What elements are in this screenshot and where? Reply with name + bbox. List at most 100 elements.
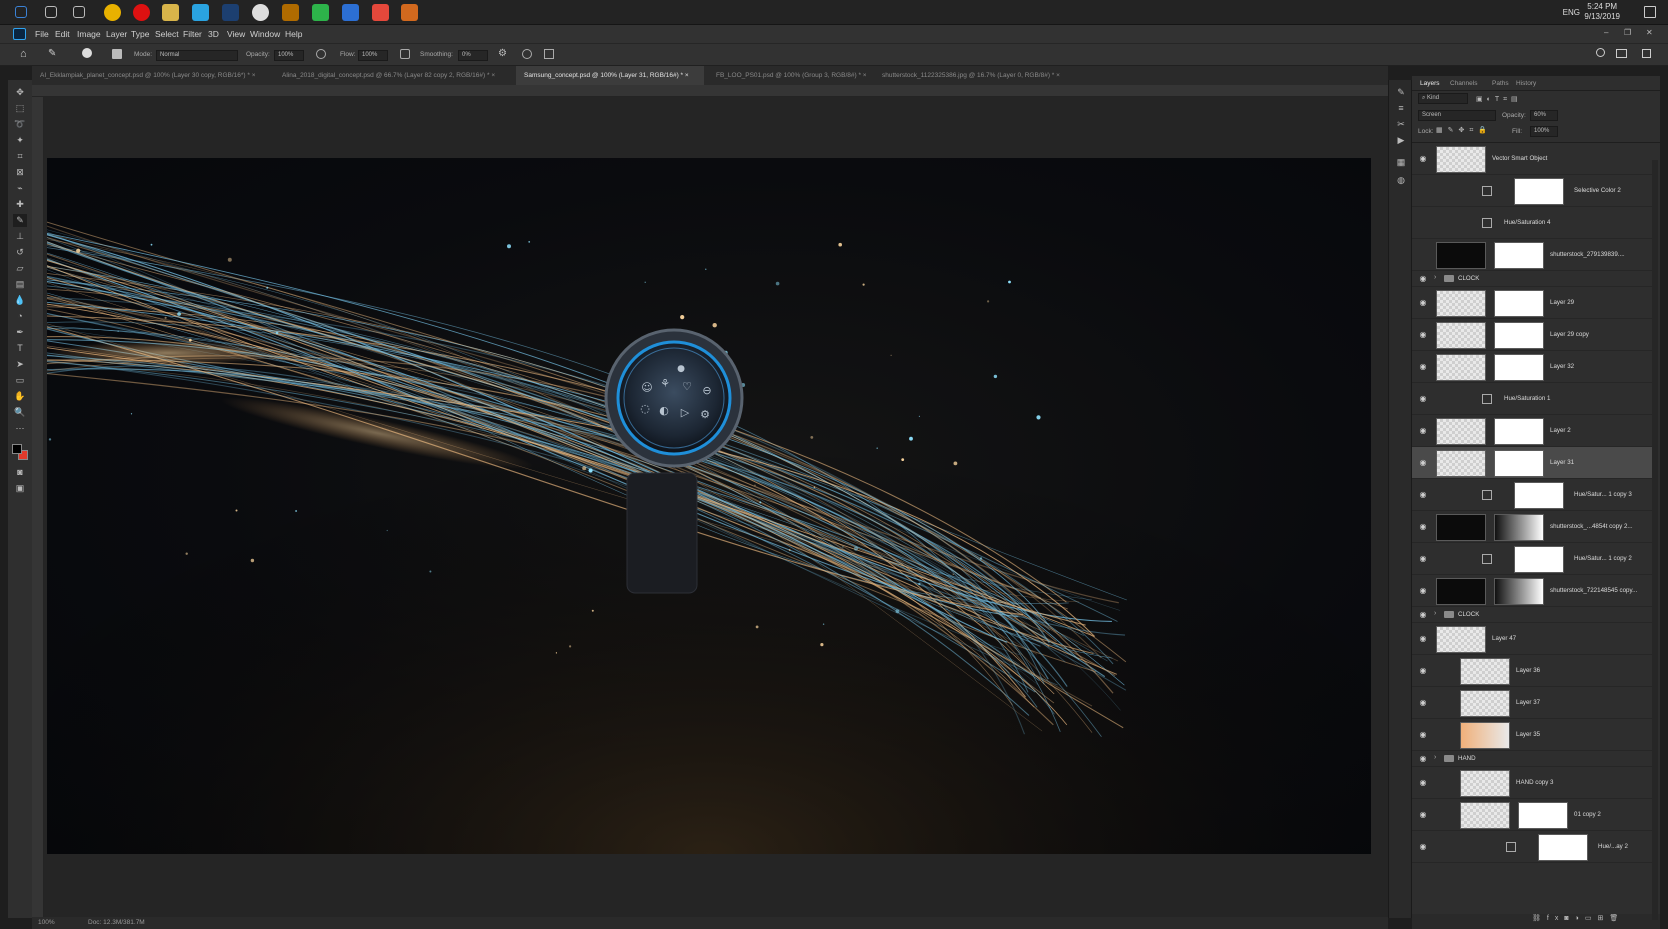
layer-row[interactable]: ◉ Hue/...ay 2 [1412,831,1652,863]
symmetry-icon[interactable] [544,49,554,59]
screen-mode-icon[interactable]: ▣ [13,482,27,495]
layer-name[interactable]: Vector Smart Object [1492,155,1547,162]
layer-row[interactable]: ◉ shutterstock_722148545 copy... [1412,575,1652,607]
layer-row[interactable]: shutterstock_279139839.... [1412,239,1652,271]
new-group-icon[interactable]: ▭ [1585,915,1598,922]
panel-tab-layers[interactable]: Layers [1420,80,1440,87]
layer-mask-thumbnail[interactable] [1514,482,1564,509]
clone-stamp-tool-icon[interactable]: ⊥ [13,230,27,243]
pen-tool-icon[interactable]: ✒ [13,326,27,339]
layer-name[interactable]: shutterstock_...4854t copy 2... [1550,523,1633,530]
panel-tab-history[interactable]: History [1516,80,1536,87]
illustrator-icon[interactable] [401,4,418,21]
layer-row[interactable]: ◉ Layer 32 [1412,351,1652,383]
layer-mask-thumbnail[interactable] [1494,354,1544,381]
menu-filter[interactable]: Filter [183,29,202,39]
document-tab[interactable]: FB_LOO_PS01.psd @ 100% (Group 3, RGB/8#)… [708,66,870,85]
layer-name[interactable]: CLOCK [1458,611,1479,618]
visibility-eye-icon[interactable]: ◉ [1418,731,1428,739]
zoom-tool-icon[interactable]: 🔍 [13,406,27,419]
layer-thumbnail[interactable] [1436,418,1486,445]
marquee-tool-icon[interactable]: ⬚ [13,102,27,115]
fill-input[interactable]: 100% [1530,126,1558,137]
visibility-eye-icon[interactable]: ◉ [1418,299,1428,307]
menu-image[interactable]: Image [77,29,101,39]
layer-name[interactable]: Layer 29 [1550,299,1574,306]
panel-tab-paths[interactable]: Paths [1492,80,1509,87]
fx-icon[interactable]: fx [1547,915,1564,922]
layer-thumbnail[interactable] [1436,626,1486,653]
menu-window[interactable]: Window [250,29,280,39]
flow-input[interactable]: 100% [358,50,388,61]
close-tab-icon[interactable]: × [490,72,495,79]
system-clock[interactable]: 5:24 PM 9/13/2019 [1584,2,1620,22]
layer-thumbnail[interactable] [1460,658,1510,685]
layer-name[interactable]: Layer 2 [1550,427,1571,434]
foreground-color-swatch[interactable] [12,444,22,454]
frame-tool-icon[interactable]: ⊠ [13,166,27,179]
share-icon[interactable] [1642,49,1651,58]
layers-scrollbar[interactable] [1652,160,1658,920]
new-adjustment-icon[interactable]: ◑ [1575,915,1585,922]
layer-mask-thumbnail[interactable] [1518,802,1568,829]
folder-icon[interactable] [1444,755,1454,762]
visibility-eye-icon[interactable]: ◉ [1418,779,1428,787]
layer-name[interactable]: shutterstock_279139839.... [1550,251,1625,258]
layer-name[interactable]: Layer 35 [1516,731,1540,738]
layer-mask-thumbnail[interactable] [1494,514,1544,541]
layer-name[interactable]: Hue/Saturation 4 [1504,219,1550,226]
type-tool-icon[interactable]: T [13,342,27,355]
layer-group-row[interactable]: ◉ › CLOCK [1412,607,1652,623]
layer-thumbnail[interactable] [1436,450,1486,477]
layer-thumbnail[interactable] [1460,722,1510,749]
healing-brush-tool-icon[interactable]: ✚ [13,198,27,211]
visibility-eye-icon[interactable]: ◉ [1418,459,1428,467]
restore-icon[interactable]: ❐ [1624,28,1631,37]
visibility-eye-icon[interactable]: ◉ [1418,331,1428,339]
layer-row[interactable]: ◉ Layer 2 [1412,415,1652,447]
visibility-eye-icon[interactable]: ◉ [1418,555,1428,563]
layer-mask-thumbnail[interactable] [1514,546,1564,573]
bridge-icon[interactable] [282,4,299,21]
opacity-input[interactable]: 100% [274,50,304,61]
chevron-right-icon[interactable]: › [1434,274,1436,281]
move-tool-icon[interactable]: ✥ [13,86,27,99]
layer-row[interactable]: ◉ Vector Smart Object [1412,143,1652,175]
add-mask-icon[interactable]: ◙ [1564,915,1574,922]
search-icon[interactable] [45,6,57,18]
menu-3d[interactable]: 3D [208,29,219,39]
visibility-eye-icon[interactable]: ◉ [1418,699,1428,707]
document-tab[interactable]: Alina_2018_digital_concept.psd @ 66.7% (… [274,66,512,85]
eraser-tool-icon[interactable]: ▱ [13,262,27,275]
mode-select[interactable]: Normal [156,50,238,61]
layer-row[interactable]: ◉ Hue/Satur... 1 copy 3 [1412,479,1652,511]
link-layers-icon[interactable]: ⛓ [1532,915,1547,922]
layer-name[interactable]: 01 copy 2 [1574,811,1601,818]
layer-mask-thumbnail[interactable] [1494,290,1544,317]
close-tab-icon[interactable]: × [861,72,867,79]
document-size[interactable]: Doc: 12.3M/381.7M [88,919,145,926]
layer-thumbnail[interactable] [1436,514,1486,541]
visibility-eye-icon[interactable]: ◉ [1418,427,1428,435]
adjustment-layer-icon[interactable] [1482,490,1492,500]
app-icon[interactable] [372,4,389,21]
layer-mask-thumbnail[interactable] [1494,450,1544,477]
panel-tab-channels[interactable]: Channels [1450,80,1477,87]
close-tab-icon[interactable]: × [1054,72,1060,79]
layer-mask-thumbnail[interactable] [1494,322,1544,349]
notification-icon[interactable] [1644,6,1656,18]
layer-row[interactable]: ◉ Hue/Saturation 1 [1412,383,1652,415]
layer-name[interactable]: HAND copy 3 [1516,779,1553,786]
tool-presets-icon[interactable]: ✂ [1394,118,1408,131]
visibility-eye-icon[interactable]: ◉ [1418,843,1428,851]
workspace-icon[interactable] [1616,49,1627,58]
layer-thumbnail[interactable] [1436,354,1486,381]
minimize-icon[interactable]: – [1604,28,1608,37]
menu-view[interactable]: View [227,29,245,39]
visibility-eye-icon[interactable] [1418,219,1428,226]
visibility-eye-icon[interactable]: ◉ [1418,523,1428,531]
chevron-right-icon[interactable]: › [1434,754,1436,761]
menu-select[interactable]: Select [155,29,179,39]
language-indicator[interactable]: ENG [1563,8,1580,17]
layer-mask-thumbnail[interactable] [1494,578,1544,605]
